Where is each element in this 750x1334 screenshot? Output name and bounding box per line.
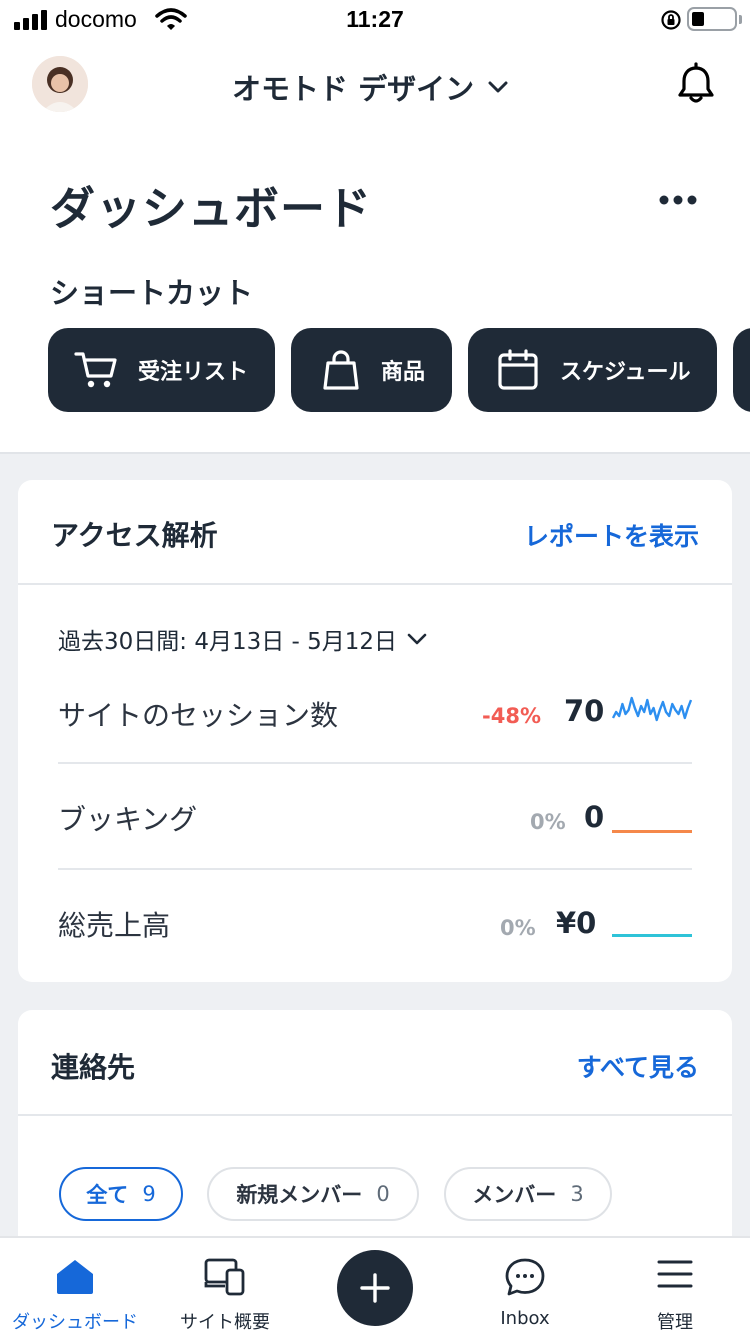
- chip-count: 0: [376, 1182, 390, 1206]
- home-icon: [57, 1260, 93, 1294]
- nav-label: 管理: [657, 1312, 693, 1333]
- cart-icon: [74, 352, 117, 388]
- metric-value: 0: [584, 800, 605, 834]
- menu-icon: [657, 1260, 693, 1288]
- shortcut-more-button[interactable]: [733, 328, 750, 412]
- workspace-name: オモトド デザイン: [232, 72, 475, 106]
- devices-icon: [204, 1258, 245, 1296]
- nav-inbox[interactable]: Inbox: [450, 1238, 600, 1334]
- metric-divider: [58, 868, 692, 870]
- bottom-nav: ダッシュボード サイト概要 Inbox 管理: [0, 1236, 750, 1334]
- clock: 11:27: [346, 6, 404, 32]
- view-all-link[interactable]: すべて見る: [577, 1048, 699, 1084]
- nav-label: サイト概要: [180, 1312, 270, 1333]
- shopping-bag-icon: [323, 350, 359, 390]
- view-report-link[interactable]: レポートを表示: [524, 517, 699, 553]
- status-bar: docomo 11:27: [0, 0, 750, 40]
- bell-icon[interactable]: [674, 62, 718, 106]
- nav-label: ダッシュボード: [12, 1312, 138, 1333]
- metric-sessions[interactable]: サイトのセッション数 -48% 70: [58, 690, 692, 740]
- metric-label: 総売上高: [58, 909, 171, 942]
- workspace-selector[interactable]: オモトド デザイン: [232, 66, 508, 108]
- revenue-sparkline: [612, 934, 692, 937]
- chip-label: 全て: [86, 1183, 129, 1207]
- metric-label: ブッキング: [58, 803, 198, 836]
- shortcut-label: スケジュール: [560, 360, 691, 385]
- rotation-lock-icon: [661, 10, 681, 30]
- nav-dashboard[interactable]: ダッシュボード: [0, 1238, 150, 1334]
- shortcut-orders-button[interactable]: 受注リスト: [48, 328, 275, 412]
- shortcut-label: 商品: [381, 360, 426, 385]
- page-title: ダッシュボード: [50, 182, 373, 235]
- chevron-down-icon: [488, 81, 508, 93]
- metric-label: サイトのセッション数: [58, 699, 339, 732]
- contacts-card: 連絡先 すべて見る 全て 9 新規メンバー 0 メンバー 3: [18, 1010, 732, 1270]
- metric-change: 0%: [500, 916, 536, 940]
- metric-change: 0%: [530, 810, 566, 834]
- avatar[interactable]: [32, 56, 88, 112]
- shortcuts-heading: ショートカット: [50, 276, 254, 310]
- bookings-sparkline: [612, 830, 692, 833]
- analytics-card: アクセス解析 レポートを表示 過去30日間: 4月13日 - 5月12日 サイト…: [18, 480, 732, 982]
- battery-level: [692, 12, 704, 26]
- battery-icon: [687, 7, 737, 31]
- chip-label: 新規メンバー: [236, 1183, 363, 1207]
- contacts-title: 連絡先: [51, 1051, 136, 1084]
- metric-value: ¥0: [556, 906, 597, 940]
- top-divider: [0, 452, 750, 454]
- metric-divider: [58, 762, 692, 764]
- more-options-icon[interactable]: [650, 182, 706, 218]
- shortcut-products-button[interactable]: 商品: [291, 328, 452, 412]
- chip-count: 3: [570, 1182, 584, 1206]
- metric-value: 70: [564, 694, 605, 728]
- add-button[interactable]: [337, 1250, 413, 1326]
- chevron-down-icon: [407, 633, 427, 645]
- metric-revenue[interactable]: 総売上高 0% ¥0: [58, 904, 692, 954]
- chip-count: 9: [142, 1182, 156, 1206]
- shortcut-label: 受注リスト: [138, 360, 249, 385]
- nav-site-overview[interactable]: サイト概要: [150, 1238, 300, 1334]
- chip-label: メンバー: [472, 1183, 557, 1207]
- shortcut-schedule-button[interactable]: スケジュール: [468, 328, 717, 412]
- card-divider: [18, 583, 732, 585]
- plus-icon: [360, 1273, 390, 1303]
- nav-manage[interactable]: 管理: [600, 1238, 750, 1334]
- card-divider: [18, 1114, 732, 1116]
- avatar-image: [32, 56, 88, 112]
- filter-chip-all[interactable]: 全て 9: [59, 1167, 183, 1221]
- filter-chip-new-members[interactable]: 新規メンバー 0: [207, 1167, 419, 1221]
- filter-chip-members[interactable]: メンバー 3: [444, 1167, 612, 1221]
- analytics-title: アクセス解析: [51, 519, 218, 552]
- metric-change: -48%: [482, 704, 541, 728]
- date-range-selector[interactable]: 過去30日間: 4月13日 - 5月12日: [58, 622, 427, 656]
- date-range-label: 過去30日間: 4月13日 - 5月12日: [58, 629, 398, 655]
- nav-label: Inbox: [500, 1308, 550, 1329]
- chat-bubble-icon: [505, 1258, 545, 1296]
- battery-nub: [739, 15, 742, 24]
- calendar-icon: [498, 349, 538, 390]
- metric-bookings[interactable]: ブッキング 0% 0: [58, 798, 692, 848]
- sessions-sparkline: [612, 696, 692, 722]
- shortcuts-row: 受注リスト 商品 スケジュール: [0, 328, 750, 412]
